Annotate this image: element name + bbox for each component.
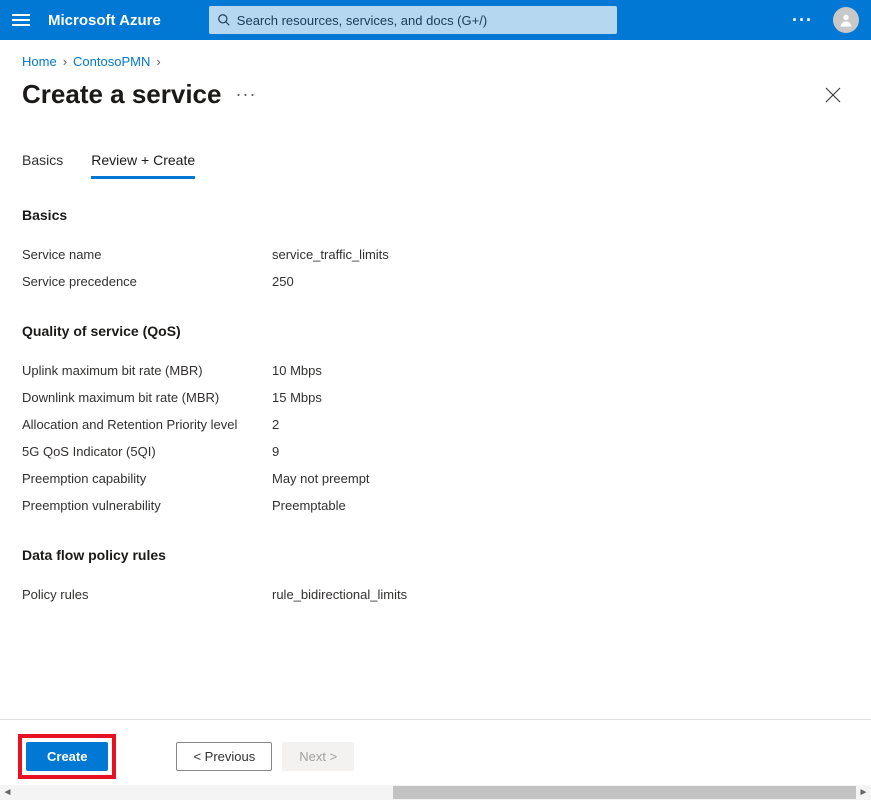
overflow-menu-icon[interactable]: ···	[784, 10, 821, 31]
field-value: 250	[272, 274, 294, 289]
field-value: 9	[272, 444, 279, 459]
scrollbar-thumb[interactable]	[393, 786, 856, 799]
field-label: Uplink maximum bit rate (MBR)	[22, 363, 272, 378]
main-content: Home › ContosoPMN › Create a service ···…	[0, 40, 871, 608]
table-row: Preemption vulnerabilityPreemptable	[22, 492, 849, 519]
search-icon	[217, 13, 231, 27]
tab-basics[interactable]: Basics	[22, 152, 63, 179]
field-label: Allocation and Retention Priority level	[22, 417, 272, 432]
section-qos: Quality of service (QoS) Uplink maximum …	[22, 323, 849, 519]
field-label: Service precedence	[22, 274, 272, 289]
top-bar: Microsoft Azure ···	[0, 0, 871, 40]
person-icon	[838, 12, 854, 28]
chevron-right-icon: ›	[63, 54, 67, 69]
horizontal-scrollbar[interactable]: ◄ ►	[0, 785, 871, 800]
search-input[interactable]	[237, 13, 609, 28]
footer-bar: Create < Previous Next >	[0, 719, 871, 785]
breadcrumb-resource[interactable]: ContosoPMN	[73, 54, 150, 69]
user-avatar[interactable]	[833, 7, 859, 33]
field-label: Preemption vulnerability	[22, 498, 272, 513]
page-more-icon[interactable]: ···	[235, 84, 256, 105]
close-icon[interactable]	[825, 87, 841, 103]
scrollbar-track[interactable]	[15, 785, 856, 800]
section-heading: Data flow policy rules	[22, 547, 849, 563]
section-policy: Data flow policy rules Policy rules rule…	[22, 547, 849, 608]
table-row: Preemption capabilityMay not preempt	[22, 465, 849, 492]
hamburger-icon[interactable]	[12, 14, 30, 26]
field-value: 15 Mbps	[272, 390, 322, 405]
breadcrumb-home[interactable]: Home	[22, 54, 57, 69]
scroll-left-icon[interactable]: ◄	[0, 787, 15, 798]
field-value: 10 Mbps	[272, 363, 322, 378]
table-row: Service name service_traffic_limits	[22, 241, 849, 268]
scroll-right-icon[interactable]: ►	[856, 787, 871, 798]
field-label: 5G QoS Indicator (5QI)	[22, 444, 272, 459]
section-basics: Basics Service name service_traffic_limi…	[22, 207, 849, 295]
create-button[interactable]: Create	[26, 742, 108, 771]
tab-review-create[interactable]: Review + Create	[91, 152, 195, 179]
field-value: Preemptable	[272, 498, 346, 513]
field-value: 2	[272, 417, 279, 432]
field-label: Policy rules	[22, 587, 272, 602]
table-row: Allocation and Retention Priority level2	[22, 411, 849, 438]
previous-button[interactable]: < Previous	[176, 742, 272, 771]
table-row: Uplink maximum bit rate (MBR)10 Mbps	[22, 357, 849, 384]
field-value: May not preempt	[272, 471, 370, 486]
brand-label: Microsoft Azure	[48, 12, 161, 29]
field-label: Downlink maximum bit rate (MBR)	[22, 390, 272, 405]
page-title: Create a service	[22, 79, 221, 110]
field-label: Preemption capability	[22, 471, 272, 486]
breadcrumb: Home › ContosoPMN ›	[22, 54, 849, 69]
highlight-annotation: Create	[18, 734, 116, 779]
section-heading: Quality of service (QoS)	[22, 323, 849, 339]
search-box[interactable]	[209, 6, 617, 34]
section-heading: Basics	[22, 207, 849, 223]
chevron-right-icon: ›	[156, 54, 160, 69]
table-row: Service precedence 250	[22, 268, 849, 295]
field-value: rule_bidirectional_limits	[272, 587, 407, 602]
table-row: Policy rules rule_bidirectional_limits	[22, 581, 849, 608]
tab-bar: Basics Review + Create	[22, 152, 849, 179]
field-value: service_traffic_limits	[272, 247, 389, 262]
table-row: 5G QoS Indicator (5QI)9	[22, 438, 849, 465]
table-row: Downlink maximum bit rate (MBR)15 Mbps	[22, 384, 849, 411]
field-label: Service name	[22, 247, 272, 262]
page-header: Create a service ···	[22, 79, 849, 110]
next-button: Next >	[282, 742, 354, 771]
